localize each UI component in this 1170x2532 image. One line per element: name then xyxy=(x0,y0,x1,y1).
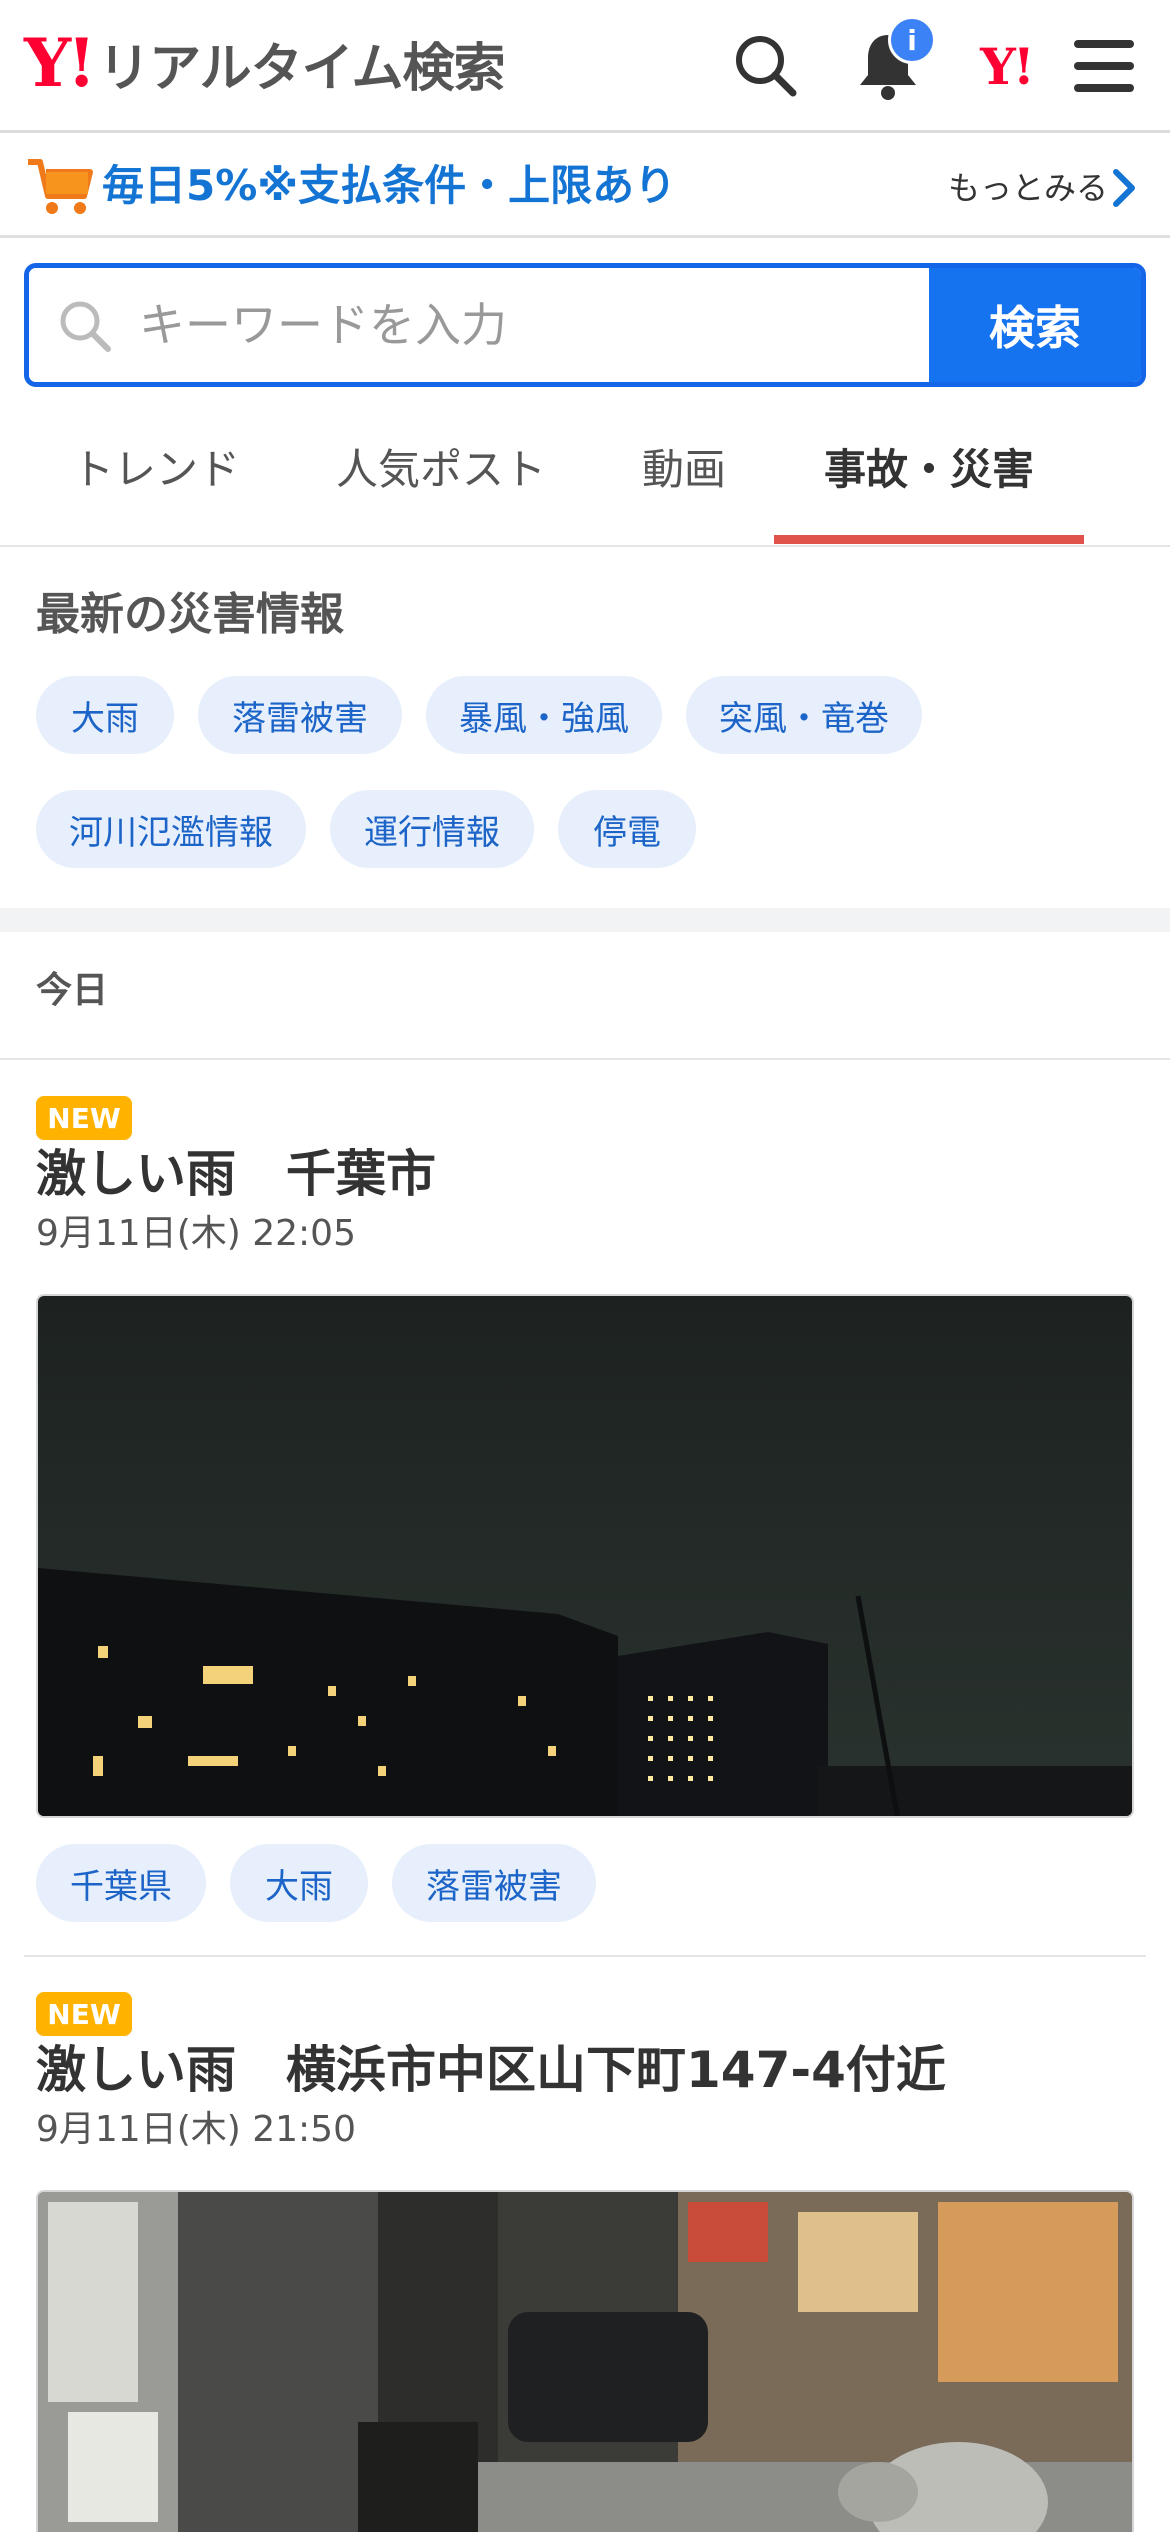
yahoo-mark: Y! xyxy=(980,36,1035,96)
post-video-thumbnail[interactable] xyxy=(36,2190,1134,2532)
new-badge: NEW xyxy=(36,1992,132,2036)
chip-lightning-damage[interactable]: 落雷被害 xyxy=(198,676,402,754)
chip-power-outage[interactable]: 停電 xyxy=(558,790,696,868)
logo-mark: Y! xyxy=(24,24,96,102)
tab-popular-posts[interactable]: 人気ポスト xyxy=(336,440,546,500)
divider xyxy=(24,1955,1146,1957)
search-icon xyxy=(60,301,111,352)
chip-train-service-info[interactable]: 運行情報 xyxy=(330,790,534,868)
section-separator xyxy=(0,908,1170,932)
date-header: 今日 xyxy=(36,970,109,1011)
search-bar: 検索 xyxy=(24,263,1146,387)
notification-bell-icon[interactable]: i xyxy=(848,16,936,106)
promo-banner[interactable]: 毎日5%※支払条件・上限あり もっとみる xyxy=(0,136,1170,238)
chip-heavy-rain[interactable]: 大雨 xyxy=(36,676,174,754)
night-city-image xyxy=(38,1296,1132,1816)
category-tabs: トレンド 人気ポスト 動画 事故・災害 xyxy=(0,400,1170,547)
post-time: 9月11日(木) 21:50 xyxy=(36,2109,356,2150)
tag-chiba-prefecture[interactable]: 千葉県 xyxy=(36,1844,206,1922)
chevron-right-icon xyxy=(1113,169,1135,207)
tab-accidents-disasters[interactable]: 事故・災害 xyxy=(824,440,1034,500)
search-field[interactable] xyxy=(29,268,939,382)
tab-trend[interactable]: トレンド xyxy=(72,440,240,500)
post-time: 9月11日(木) 22:05 xyxy=(36,1213,356,1254)
new-badge: NEW xyxy=(36,1096,132,1140)
tag-heavy-rain[interactable]: 大雨 xyxy=(230,1844,368,1922)
search-input[interactable] xyxy=(139,268,939,382)
tag-lightning-damage[interactable]: 落雷被害 xyxy=(392,1844,596,1922)
chip-river-flood-info[interactable]: 河川氾濫情報 xyxy=(36,790,306,868)
app-header: Y! リアルタイム検索 i Y! xyxy=(0,0,1170,133)
divider xyxy=(0,1058,1170,1060)
logo-text: リアルタイム検索 xyxy=(98,38,505,99)
notification-badge: i xyxy=(888,16,936,64)
rainy-street-image xyxy=(38,2192,1132,2532)
yahoo-japan-icon[interactable]: Y! xyxy=(966,26,1046,106)
search-button[interactable]: 検索 xyxy=(929,268,1141,382)
shopping-cart-icon xyxy=(28,159,93,214)
menu-icon[interactable] xyxy=(1064,26,1144,106)
tab-videos[interactable]: 動画 xyxy=(642,440,726,500)
disaster-info-title: 最新の災害情報 xyxy=(36,589,344,640)
active-tab-indicator xyxy=(774,535,1084,544)
post-video-thumbnail[interactable] xyxy=(36,1294,1134,1818)
chip-gust-tornado[interactable]: 突風・竜巻 xyxy=(686,676,922,754)
search-icon[interactable] xyxy=(726,26,806,106)
post-title[interactable]: 激しい雨 千葉市 xyxy=(36,1142,436,1206)
promo-text: 毎日5%※支払条件・上限あり xyxy=(102,161,677,210)
yahoo-realtime-logo[interactable]: Y! リアルタイム検索 xyxy=(24,24,506,102)
promo-more-link[interactable]: もっとみる xyxy=(948,164,1108,212)
chip-storm-strong-wind[interactable]: 暴風・強風 xyxy=(426,676,662,754)
post-title[interactable]: 激しい雨 横浜市中区山下町147-4付近 xyxy=(36,2038,946,2102)
